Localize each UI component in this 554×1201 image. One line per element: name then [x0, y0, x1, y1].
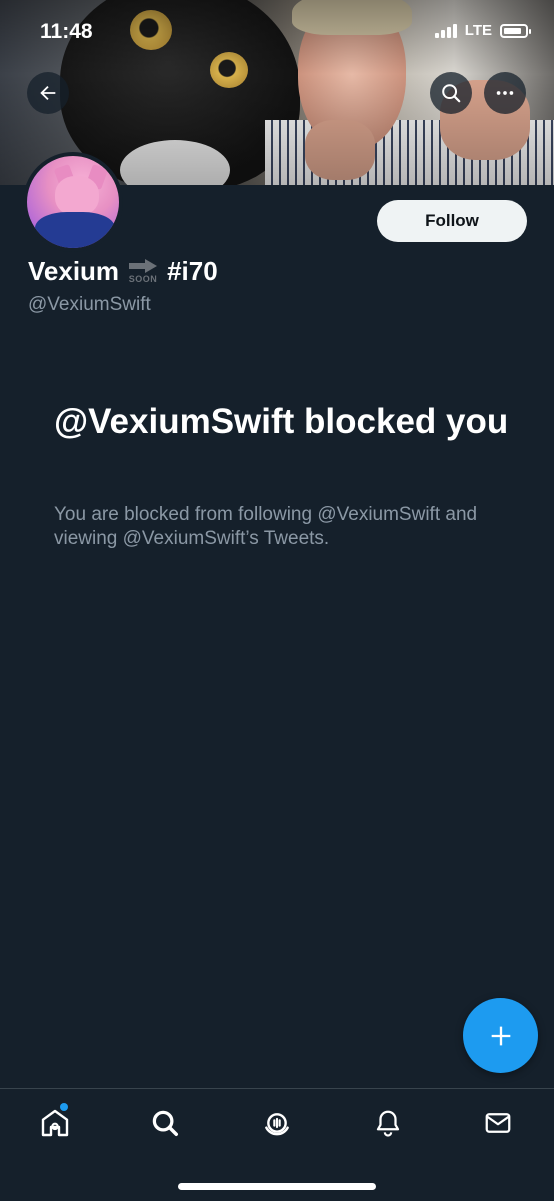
status-bar: 11:48 LTE: [0, 0, 554, 60]
tab-notifications[interactable]: [368, 1103, 408, 1143]
avatar[interactable]: [23, 152, 123, 252]
compose-tweet-button[interactable]: [463, 998, 538, 1073]
status-right: LTE: [434, 22, 531, 39]
plus-icon: [491, 1026, 510, 1045]
blocked-title: @VexiumSwift blocked you: [54, 402, 509, 441]
home-indicator[interactable]: [178, 1183, 376, 1190]
bell-icon: [376, 1110, 400, 1137]
avatar-jacket: [35, 212, 115, 248]
display-name: Vexium SOON #i70: [28, 256, 218, 287]
blocked-description: You are blocked from following @VexiumSw…: [54, 504, 478, 549]
signal-icon: [434, 23, 457, 38]
search-icon: [442, 84, 461, 103]
spaces-icon: [265, 1113, 289, 1136]
profile-search-button[interactable]: [430, 72, 472, 114]
arrow-left-icon: [40, 85, 56, 101]
tab-home[interactable]: [35, 1103, 75, 1143]
mail-icon: [485, 1113, 511, 1133]
back-button[interactable]: [27, 72, 69, 114]
soon-arrow-icon: SOON: [127, 259, 159, 284]
status-time: 11:48: [40, 20, 93, 43]
home-icon: [41, 1109, 69, 1137]
more-button[interactable]: [484, 72, 526, 114]
battery-fill: [504, 27, 521, 34]
network-label: LTE: [464, 22, 492, 39]
tab-spaces[interactable]: [257, 1103, 297, 1143]
profile-handle: @VexiumSwift: [28, 294, 151, 315]
avatar-face: [55, 176, 99, 216]
tab-explore[interactable]: [145, 1103, 185, 1143]
display-name-suffix: #i70: [167, 256, 218, 286]
soon-text: SOON: [128, 274, 158, 284]
battery-icon: [500, 23, 531, 38]
display-name-text: Vexium: [28, 256, 120, 286]
follow-button[interactable]: Follow: [377, 200, 527, 242]
more-horizontal-icon: [496, 91, 514, 95]
search-icon: [152, 1110, 178, 1136]
soon-arrow-shape: [129, 259, 158, 273]
home-notification-dot: [60, 1103, 68, 1111]
tab-messages[interactable]: [478, 1103, 518, 1143]
